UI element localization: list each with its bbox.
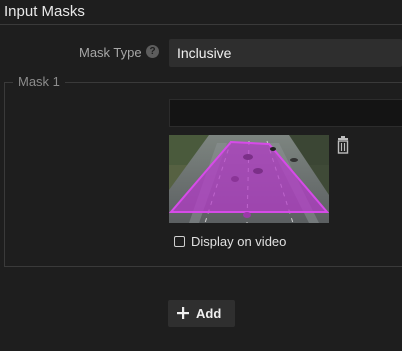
trash-icon[interactable] [335,136,351,154]
mask-type-label: Mask Type [79,45,142,60]
mask-name-input[interactable] [169,99,402,127]
display-on-video-checkbox[interactable] [174,236,185,247]
mask-legend: Mask 1 [13,74,65,89]
video-preview[interactable] [169,135,329,223]
video-preview-image [169,135,329,223]
display-on-video-label: Display on video [191,234,287,249]
section-title: Input Masks [4,3,85,20]
mask-type-value: Inclusive [177,45,232,61]
help-icon[interactable]: ? [146,45,159,58]
mask-type-select[interactable]: Inclusive [169,39,402,67]
plus-icon [177,307,189,319]
add-button-label: Add [196,306,222,321]
add-mask-button[interactable]: Add [168,300,235,327]
section-header: Input Masks [0,0,402,25]
